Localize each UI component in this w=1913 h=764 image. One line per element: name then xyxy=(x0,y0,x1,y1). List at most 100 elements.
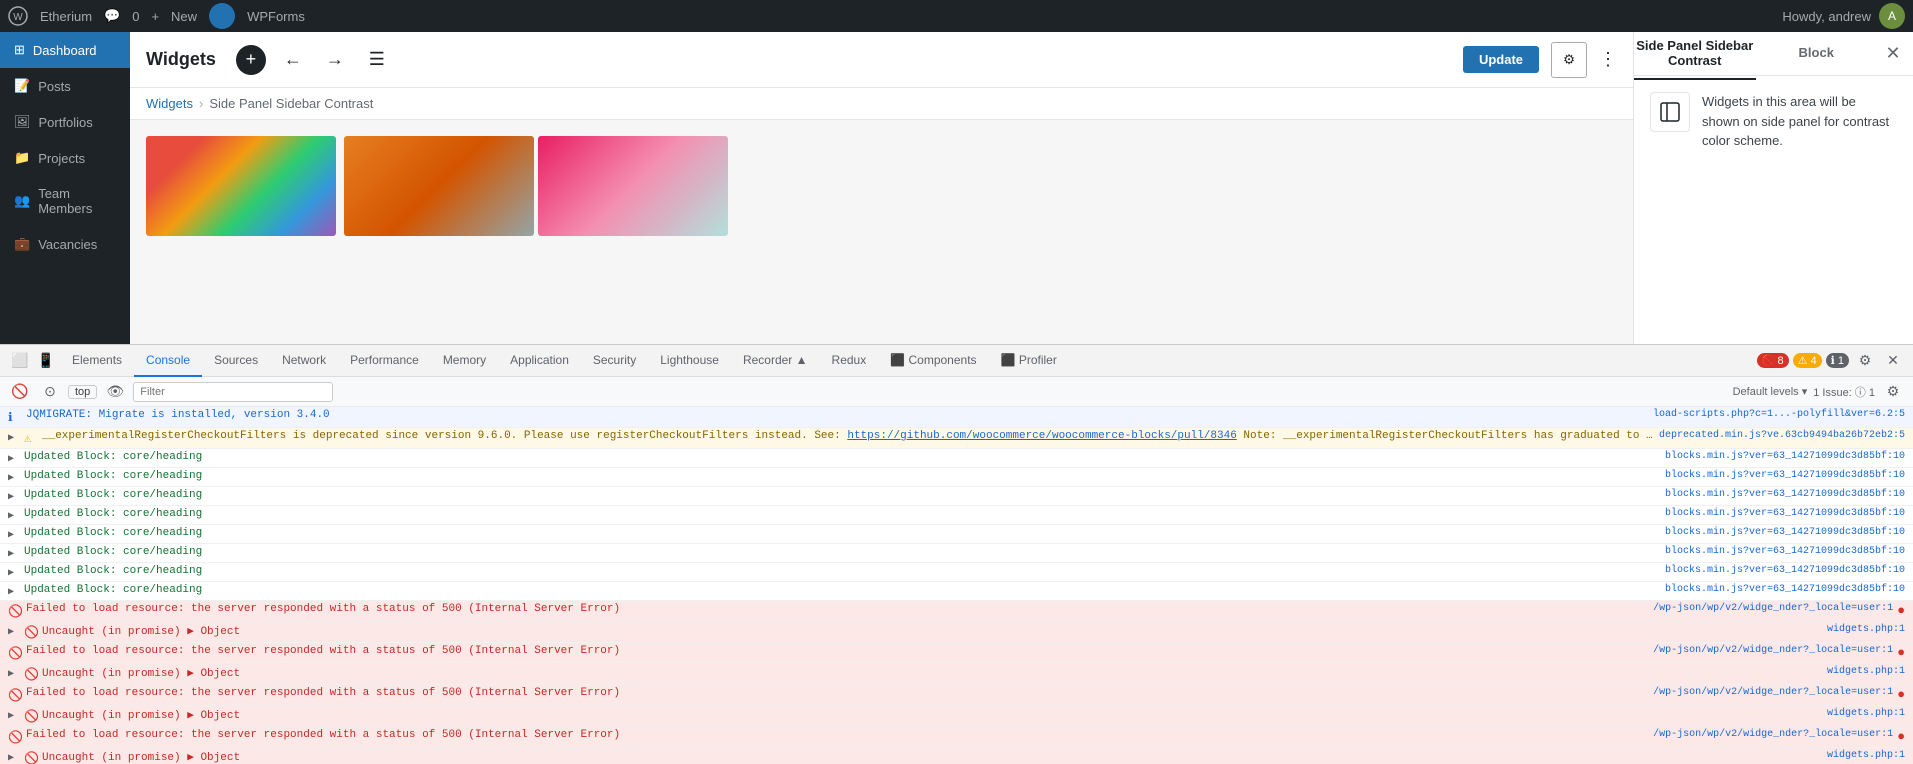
sidebar-item-vacancies[interactable]: 💼 Vacancies xyxy=(0,226,130,262)
console-source[interactable]: widgets.php:1 xyxy=(1827,750,1905,761)
tab-elements[interactable]: Elements xyxy=(60,345,134,377)
page-title: Widgets xyxy=(146,49,216,70)
console-message: JQMIGRATE: Migrate is installed, version… xyxy=(26,409,1653,421)
redo-button[interactable]: → xyxy=(320,45,350,75)
expand-button[interactable]: ▶ xyxy=(8,529,20,541)
devtools-settings-button[interactable]: ⚙ xyxy=(1853,349,1877,373)
console-settings-button[interactable]: ⚙ xyxy=(1881,380,1905,404)
console-source[interactable]: blocks.min.js?ver=63_14271099dc3d85bf:10 xyxy=(1665,527,1905,538)
tab-lighthouse[interactable]: Lighthouse xyxy=(648,345,731,377)
comment-count: 0 xyxy=(132,9,139,24)
expand-button[interactable]: ▶ xyxy=(8,548,20,560)
error-circle-icon: ● xyxy=(1897,729,1905,744)
console-source[interactable]: /wp-json/wp/v2/widge_nder?_locale=user:1 xyxy=(1653,645,1893,656)
default-levels-button[interactable]: Default levels ▾ xyxy=(1733,385,1808,398)
tab-sources[interactable]: Sources xyxy=(202,345,270,377)
issues-button[interactable]: 1 Issue: ⓘ 1 xyxy=(1813,384,1875,400)
expand-button[interactable]: ▶ xyxy=(8,710,20,722)
console-clear-button[interactable]: 🚫 xyxy=(8,380,32,404)
devtools-close-button[interactable]: ✕ xyxy=(1881,349,1905,373)
error-icon: 🚫 xyxy=(8,604,22,619)
console-source[interactable]: blocks.min.js?ver=63_14271099dc3d85bf:10 xyxy=(1665,451,1905,462)
breadcrumb-separator: › xyxy=(199,96,203,111)
expand-button[interactable]: ▶ xyxy=(8,668,20,680)
console-source[interactable]: deprecated.min.js?ve.63cb9494ba26b72eb2:… xyxy=(1659,430,1905,441)
console-source[interactable]: widgets.php:1 xyxy=(1827,708,1905,719)
tab-performance[interactable]: Performance xyxy=(338,345,431,377)
expand-button[interactable]: ▶ xyxy=(8,586,20,598)
update-button[interactable]: Update xyxy=(1463,46,1539,73)
expand-button[interactable]: ▶ xyxy=(8,491,20,503)
console-source[interactable]: blocks.min.js?ver=63_14271099dc3d85bf:10 xyxy=(1665,489,1905,500)
add-block-button[interactable]: + xyxy=(236,45,266,75)
console-message: Uncaught (in promise) ▶ Object xyxy=(42,666,1827,680)
tab-security[interactable]: Security xyxy=(581,345,648,377)
console-source[interactable]: load-scripts.php?c=1...-polyfill&ver=6.2… xyxy=(1653,409,1905,420)
error-icon: 🚫 xyxy=(24,751,38,764)
console-source[interactable]: blocks.min.js?ver=63_14271099dc3d85bf:10 xyxy=(1665,565,1905,576)
console-message: __experimentalRegisterCheckoutFilters is… xyxy=(42,430,1659,442)
tab-memory[interactable]: Memory xyxy=(431,345,498,377)
error-icon: 🚫 xyxy=(24,709,38,724)
devtools-inspect-button[interactable]: ⬜ xyxy=(8,349,32,373)
top-dropdown[interactable]: top xyxy=(68,385,97,399)
console-filter-input[interactable] xyxy=(133,382,333,402)
console-link[interactable]: https://github.com/woocommerce/woocommer… xyxy=(847,430,1236,442)
team-icon: 👥 xyxy=(14,193,30,209)
undo-button[interactable]: ← xyxy=(278,45,308,75)
expand-button[interactable]: ▶ xyxy=(8,432,20,444)
image-people xyxy=(344,136,534,236)
more-options-button[interactable]: ⋮ xyxy=(1599,49,1617,70)
sidebar-label-dashboard: Dashboard xyxy=(33,43,97,58)
console-source[interactable]: /wp-json/wp/v2/widge_nder?_locale=user:1 xyxy=(1653,603,1893,614)
console-row: ▶ Updated Block: core/heading blocks.min… xyxy=(0,506,1913,525)
tab-profiler[interactable]: ⬛ Profiler xyxy=(989,345,1069,377)
console-row: ▶ 🚫 Uncaught (in promise) ▶ Object widge… xyxy=(0,622,1913,643)
settings-button[interactable]: ⚙ xyxy=(1551,42,1587,78)
console-source[interactable]: blocks.min.js?ver=63_14271099dc3d85bf:10 xyxy=(1665,546,1905,557)
widgets-header: Widgets + ← → ☰ Update ⚙ ⋮ xyxy=(130,32,1633,88)
console-message: Updated Block: core/heading xyxy=(24,565,1665,577)
console-row: ▶ Updated Block: core/heading blocks.min… xyxy=(0,525,1913,544)
breadcrumb-current: Side Panel Sidebar Contrast xyxy=(209,96,373,111)
console-source[interactable]: blocks.min.js?ver=63_14271099dc3d85bf:10 xyxy=(1665,508,1905,519)
error-icon: 🚫 xyxy=(24,625,38,640)
tab-components[interactable]: ⬛ Components xyxy=(878,345,988,377)
new-button[interactable]: New xyxy=(171,9,197,24)
tab-network[interactable]: Network xyxy=(270,345,338,377)
console-source[interactable]: /wp-json/wp/v2/widge_nder?_locale=user:1 xyxy=(1653,687,1893,698)
expand-button[interactable]: ▶ xyxy=(8,567,20,579)
devtools-device-button[interactable]: 📱 xyxy=(34,349,58,373)
console-eye-button[interactable]: 👁 xyxy=(103,380,127,404)
console-source[interactable]: blocks.min.js?ver=63_14271099dc3d85bf:10 xyxy=(1665,584,1905,595)
sidebar-label-vacancies: Vacancies xyxy=(38,237,97,252)
tab-side-panel[interactable]: Side Panel Sidebar Contrast xyxy=(1634,28,1756,80)
tab-recorder[interactable]: Recorder ▲ xyxy=(731,345,820,377)
user-avatar: A xyxy=(1879,3,1905,29)
expand-button[interactable]: ▶ xyxy=(8,752,20,764)
site-name[interactable]: Etherium xyxy=(40,9,92,24)
tab-redux[interactable]: Redux xyxy=(820,345,879,377)
console-row: ℹ JQMIGRATE: Migrate is installed, versi… xyxy=(0,407,1913,428)
sidebar-item-projects[interactable]: 📁 Projects xyxy=(0,140,130,176)
sidebar-item-team-members[interactable]: 👥 Team Members xyxy=(0,176,130,226)
console-source[interactable]: widgets.php:1 xyxy=(1827,624,1905,635)
tab-console[interactable]: Console xyxy=(134,345,202,377)
expand-button[interactable]: ▶ xyxy=(8,510,20,522)
expand-button[interactable]: ▶ xyxy=(8,626,20,638)
console-source[interactable]: /wp-json/wp/v2/widge_nder?_locale=user:1 xyxy=(1653,729,1893,740)
console-expand-button[interactable]: ⊙ xyxy=(38,380,62,404)
list-view-button[interactable]: ☰ xyxy=(362,45,392,75)
tab-block[interactable]: Block xyxy=(1756,35,1878,72)
tab-application[interactable]: Application xyxy=(498,345,581,377)
sidebar-item-portfolios[interactable]: 🖼 Portfolios xyxy=(0,104,130,140)
sidebar-item-dashboard[interactable]: ⊞ Dashboard xyxy=(0,32,130,68)
expand-button[interactable]: ▶ xyxy=(8,472,20,484)
sidebar-item-posts[interactable]: 📝 Posts xyxy=(0,68,130,104)
console-body: ℹ JQMIGRATE: Migrate is installed, versi… xyxy=(0,407,1913,764)
expand-button[interactable]: ▶ xyxy=(8,453,20,465)
console-source[interactable]: blocks.min.js?ver=63_14271099dc3d85bf:10 xyxy=(1665,470,1905,481)
console-source[interactable]: widgets.php:1 xyxy=(1827,666,1905,677)
side-panel-close-button[interactable]: ✕ xyxy=(1877,38,1909,70)
breadcrumb-parent[interactable]: Widgets xyxy=(146,96,193,111)
